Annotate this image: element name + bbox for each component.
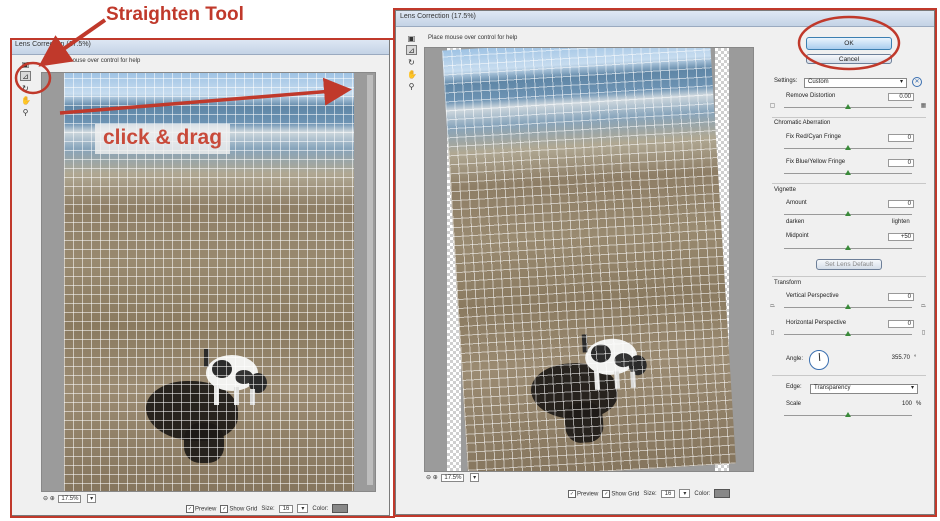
right-annotation-frame: [393, 8, 937, 517]
left-annotation-frame: [10, 38, 395, 518]
straighten-tool-callout: Straighten Tool: [106, 4, 244, 25]
click-drag-callout: click & drag: [95, 124, 231, 154]
